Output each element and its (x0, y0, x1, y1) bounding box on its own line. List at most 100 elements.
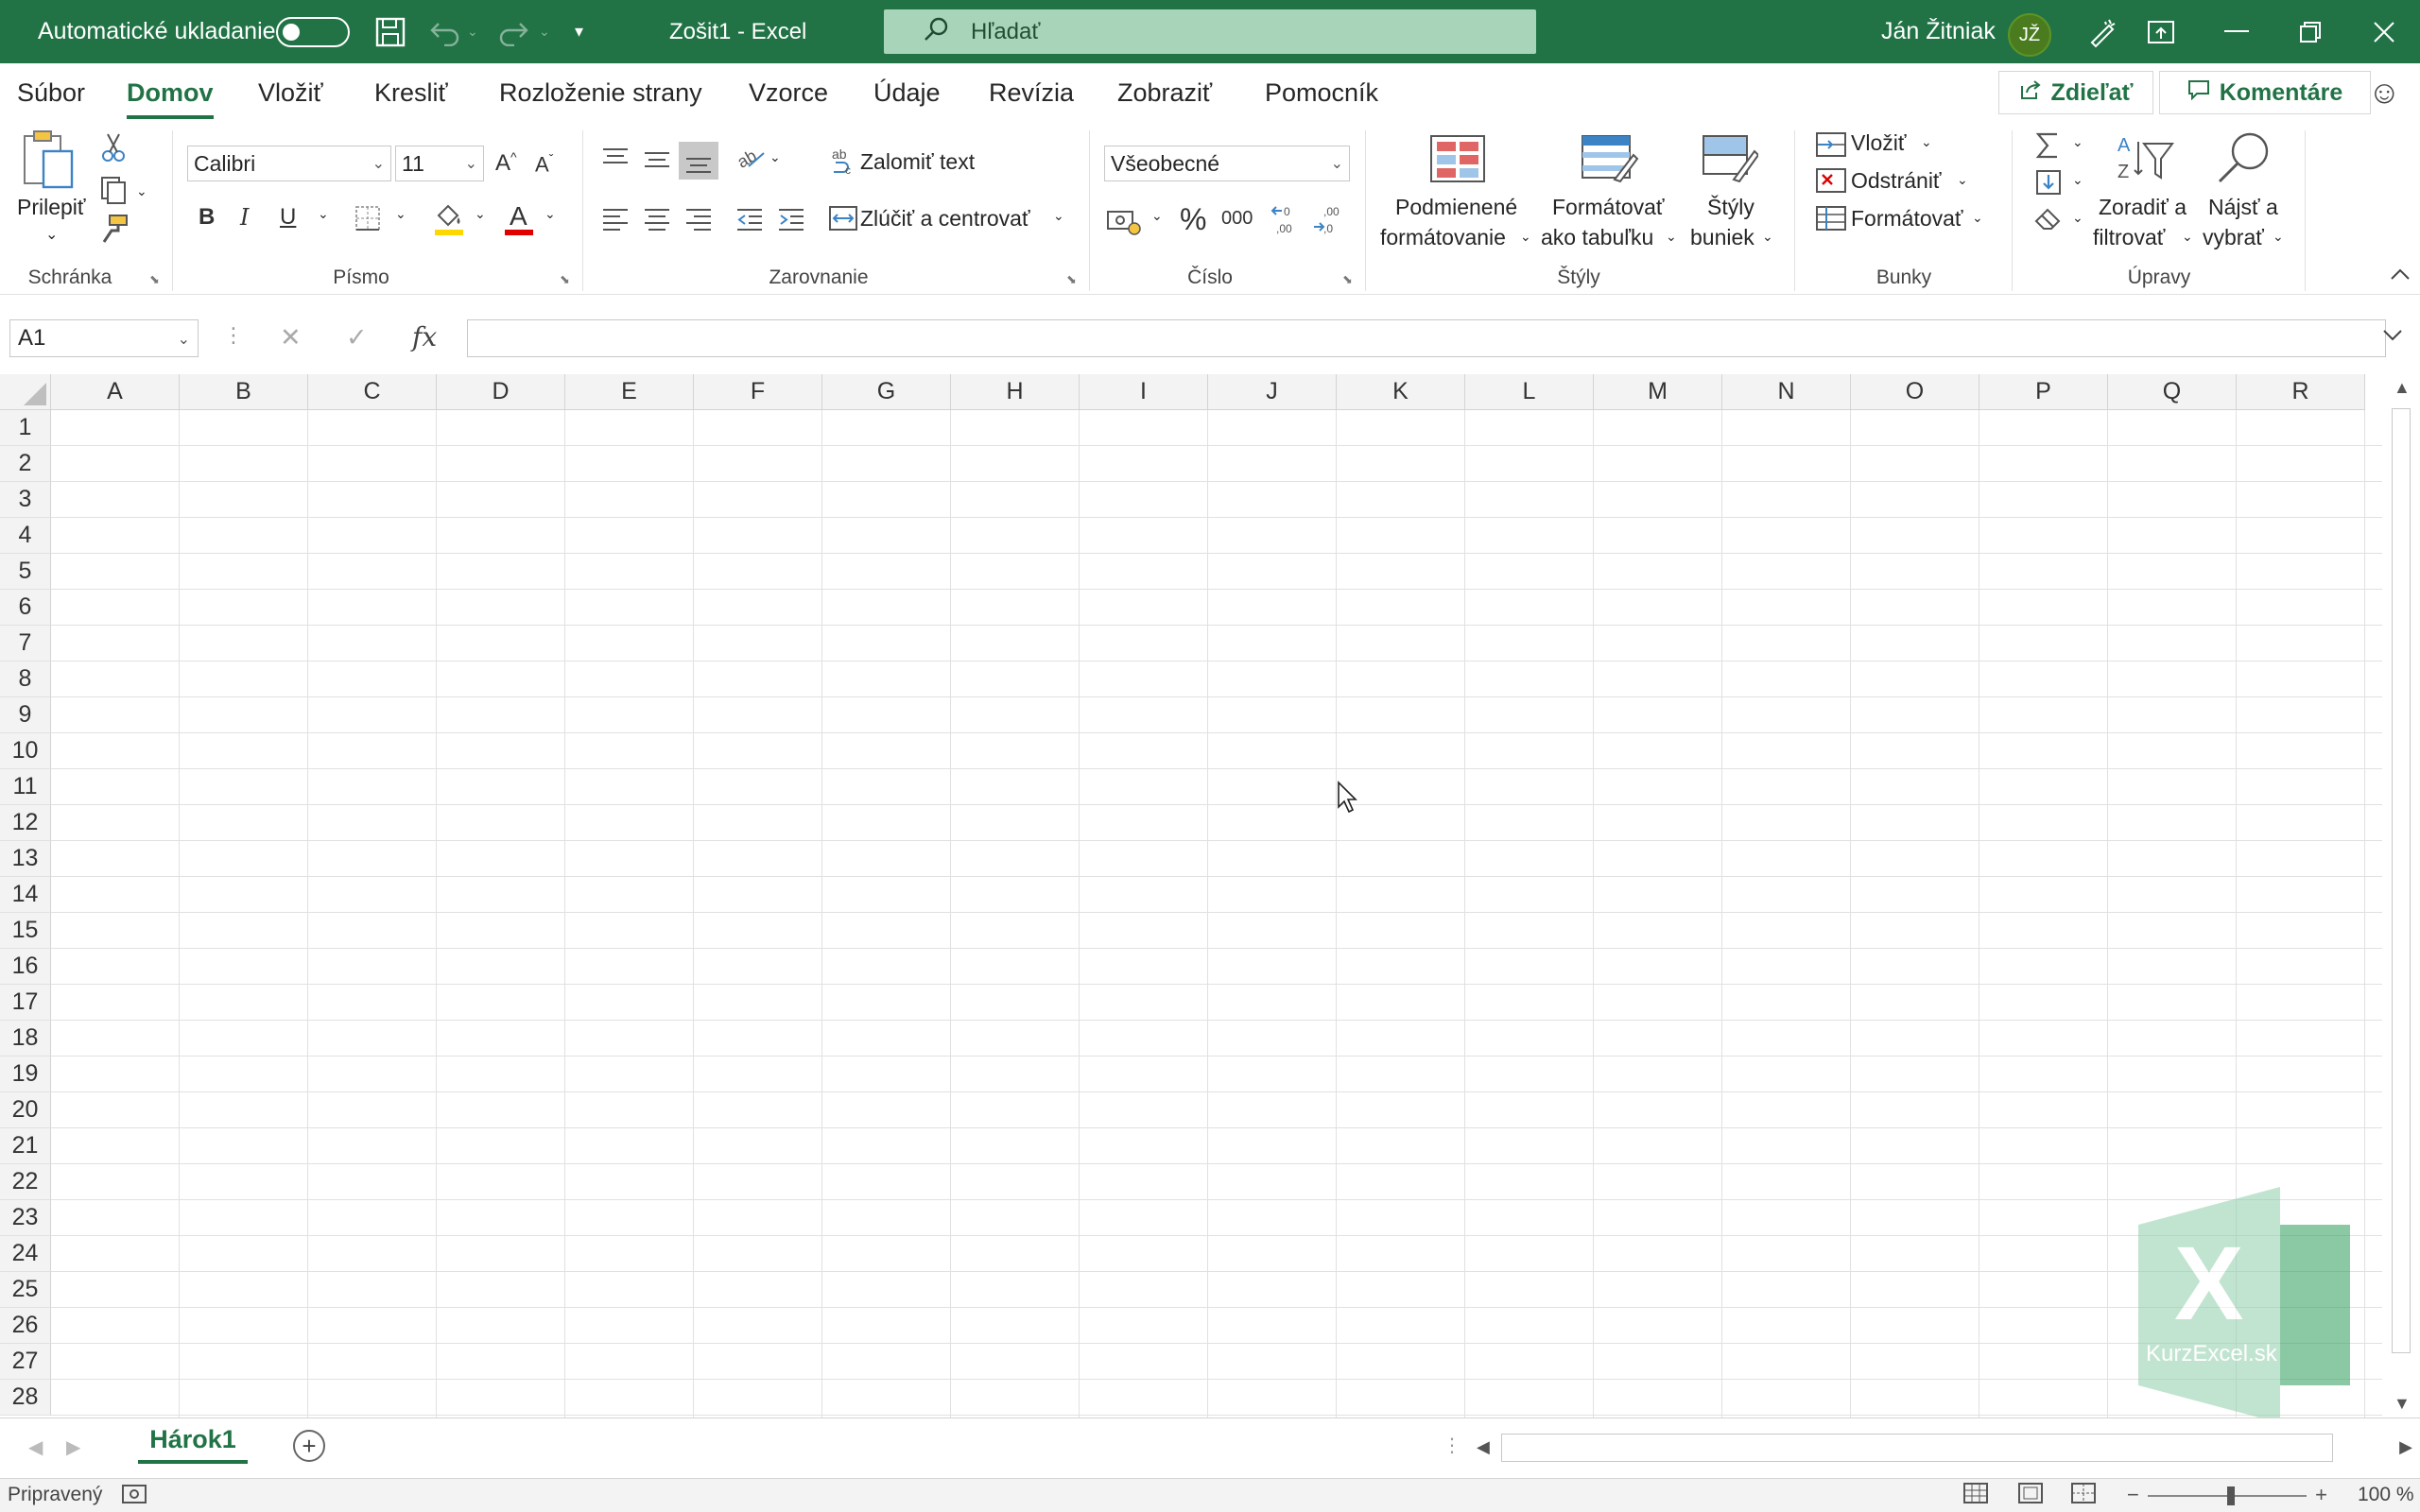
autosave-toggle[interactable] (276, 17, 350, 47)
column-header[interactable]: D (437, 374, 565, 410)
conditional-formatting-label-1[interactable]: Podmienené (1395, 195, 1517, 220)
delete-cells-label[interactable]: Odstrániť (1851, 168, 1942, 194)
coauthoring-icon[interactable] (2074, 0, 2131, 63)
row-header[interactable]: 10 (0, 733, 51, 769)
format-cells-icon[interactable] (1815, 204, 1847, 237)
number-format-select[interactable]: Všeobecné ⌄ (1104, 146, 1350, 181)
redo-dropdown-icon[interactable]: ⌄ (539, 0, 550, 63)
sort-filter-label-2[interactable]: filtrovať (2093, 225, 2165, 250)
redo-icon[interactable] (497, 0, 529, 63)
merge-center-label[interactable]: Zlúčiť a centrovať (860, 206, 1030, 232)
paste-label[interactable]: Prilepiť (17, 195, 86, 220)
column-header[interactable]: P (1979, 374, 2108, 410)
tab-review[interactable]: Revízia (989, 78, 1074, 108)
prev-sheet-icon[interactable]: ◀ (28, 1435, 43, 1459)
row-header[interactable]: 9 (0, 697, 51, 733)
column-header[interactable]: H (951, 374, 1080, 410)
copy-icon[interactable] (98, 174, 129, 209)
conditional-formatting-dropdown-icon[interactable]: ⌄ (1520, 229, 1531, 245)
column-header[interactable]: R (2237, 374, 2365, 410)
name-box[interactable]: A1 ⌄ (9, 319, 199, 357)
bold-button[interactable]: B (199, 204, 215, 231)
cell-styles-label-1[interactable]: Štýly (1707, 195, 1754, 220)
row-header[interactable]: 6 (0, 590, 51, 626)
close-icon[interactable] (2356, 0, 2412, 63)
tab-file[interactable]: Súbor (17, 78, 85, 108)
fill-icon[interactable] (2034, 168, 2063, 201)
scroll-up-icon[interactable]: ▲ (2394, 378, 2411, 398)
tab-draw[interactable]: Kresliť (374, 78, 448, 108)
format-cells-dropdown-icon[interactable]: ⌄ (1972, 210, 1983, 226)
row-header[interactable]: 17 (0, 985, 51, 1021)
accounting-dropdown-icon[interactable]: ⌄ (1151, 208, 1163, 224)
align-center-icon[interactable] (643, 204, 671, 237)
row-header[interactable]: 1 (0, 410, 51, 446)
row-header[interactable]: 25 (0, 1272, 51, 1308)
format-as-table-icon[interactable] (1581, 132, 1639, 190)
row-header[interactable]: 3 (0, 482, 51, 518)
page-break-view-icon[interactable] (2070, 1481, 2097, 1512)
user-name[interactable]: Ján Žitniak (1881, 0, 1996, 63)
column-header[interactable]: O (1851, 374, 1979, 410)
row-header[interactable]: 5 (0, 554, 51, 590)
cell-styles-label-2[interactable]: buniek (1690, 225, 1754, 250)
font-size-select[interactable]: 11 ⌄ (395, 146, 484, 181)
cell-styles-icon[interactable] (1702, 132, 1760, 190)
clear-icon[interactable] (2032, 204, 2065, 237)
row-header[interactable]: 28 (0, 1380, 51, 1416)
column-header[interactable]: Q (2108, 374, 2237, 410)
column-header[interactable]: N (1722, 374, 1851, 410)
accounting-format-icon[interactable] (1106, 206, 1144, 241)
formula-input[interactable] (467, 319, 2386, 357)
macro-recording-icon[interactable] (121, 1483, 147, 1511)
wrap-text-label[interactable]: Zalomiť text (860, 149, 975, 175)
fill-dropdown-icon[interactable]: ⌄ (2072, 172, 2083, 188)
find-select-label-2[interactable]: vybrať (2203, 225, 2264, 250)
zoom-level[interactable]: 100 % (2358, 1484, 2414, 1506)
insert-cells-dropdown-icon[interactable]: ⌄ (1921, 134, 1932, 150)
tab-page-layout[interactable]: Rozloženie strany (499, 78, 702, 108)
customize-qat-icon[interactable]: ▾ (575, 0, 583, 63)
conditional-formatting-label-2[interactable]: formátovanie (1380, 225, 1506, 250)
row-header[interactable]: 20 (0, 1092, 51, 1128)
increase-indent-icon[interactable] (777, 204, 805, 237)
horizontal-scrollbar[interactable]: ◀ ▶ (1471, 1434, 2416, 1462)
undo-icon[interactable] (429, 0, 461, 63)
column-header[interactable]: F (694, 374, 822, 410)
column-header[interactable]: E (565, 374, 694, 410)
paste-icon[interactable] (21, 129, 78, 196)
confirm-entry-icon[interactable]: ✓ (346, 323, 368, 352)
tab-split-handle-icon[interactable]: ⋮ (1443, 1434, 1461, 1457)
font-launcher-icon[interactable]: ⬊ (560, 272, 570, 287)
delete-cells-icon[interactable] (1815, 166, 1847, 199)
cell-styles-dropdown-icon[interactable]: ⌄ (1762, 229, 1773, 245)
fill-color-icon[interactable] (433, 202, 465, 241)
row-header[interactable]: 2 (0, 446, 51, 482)
zoom-slider[interactable]: − + (2127, 1483, 2327, 1507)
underline-button[interactable]: U (280, 204, 296, 231)
paste-dropdown-icon[interactable]: ⌄ (45, 225, 58, 244)
decrease-indent-icon[interactable] (735, 204, 764, 237)
column-header[interactable]: L (1465, 374, 1594, 410)
row-header[interactable]: 21 (0, 1128, 51, 1164)
cut-icon[interactable] (100, 132, 127, 167)
wrap-text-icon[interactable]: ab c (830, 146, 858, 180)
row-header[interactable]: 8 (0, 662, 51, 697)
increase-font-size-icon[interactable]: A^ (495, 149, 517, 177)
row-header[interactable]: 11 (0, 769, 51, 805)
tab-help[interactable]: Pomocník (1265, 78, 1378, 108)
merge-center-dropdown-icon[interactable]: ⌄ (1053, 208, 1064, 224)
zoom-out-icon[interactable]: − (2127, 1483, 2139, 1507)
column-header[interactable]: G (822, 374, 951, 410)
scroll-down-icon[interactable]: ▼ (2394, 1394, 2411, 1414)
row-header[interactable]: 14 (0, 877, 51, 913)
font-name-select[interactable]: Calibri ⌄ (187, 146, 391, 181)
feedback-smiley-icon[interactable]: ☺ (2368, 75, 2401, 112)
clear-dropdown-icon[interactable]: ⌄ (2072, 210, 2083, 226)
undo-dropdown-icon[interactable]: ⌄ (467, 0, 478, 63)
alignment-launcher-icon[interactable]: ⬊ (1066, 272, 1077, 287)
row-header[interactable]: 7 (0, 626, 51, 662)
comma-style-button[interactable]: 000 (1221, 208, 1253, 230)
borders-icon[interactable] (354, 204, 382, 237)
sort-filter-label-1[interactable]: Zoradiť a (2099, 195, 2187, 220)
